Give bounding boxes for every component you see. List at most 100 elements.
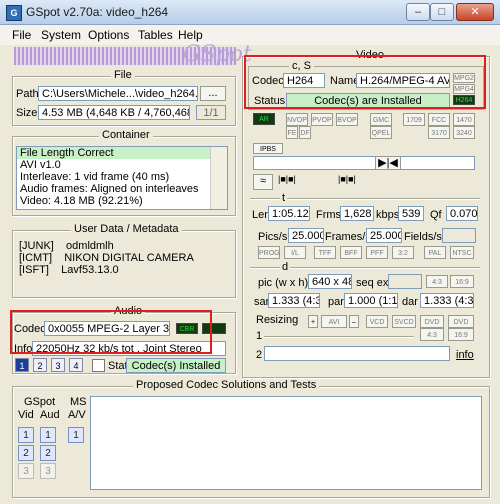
container-line: AVI v1.0 [20, 159, 61, 171]
aud-solution-2[interactable]: 2 [40, 445, 56, 461]
video-status-field: Codec(s) are Installed [286, 93, 450, 108]
gspot-col-label: GSpot [24, 396, 56, 408]
path-field[interactable]: C:\Users\Michele...\video_h264.avi [38, 86, 198, 101]
window-title: GSpot v2.70a: video_h264 [26, 5, 169, 19]
video-cs-title: c, S [289, 60, 314, 72]
resize-plus-button[interactable]: + [308, 315, 318, 328]
ratio-169-bottom: 16:9 [448, 328, 474, 341]
frames-field: 25.000 [366, 228, 402, 243]
audio-stream-1[interactable]: 1 [15, 358, 29, 372]
video-group-title: Video [353, 49, 387, 61]
t-title: t [280, 192, 288, 204]
close-button[interactable]: ✕ [456, 3, 494, 21]
container-line: Audio frames: Aligned on interleaves [20, 183, 199, 195]
tag-mpg4: MPG4 [453, 84, 475, 94]
maximize-button[interactable]: □ [430, 3, 454, 21]
flag-1470: 1470 [453, 113, 475, 126]
mode-pff: PFF [366, 246, 388, 259]
fields-field [442, 228, 476, 243]
frms-field: 1,628 [340, 206, 374, 221]
audio-stat-field: Codec(s) Installed [126, 358, 226, 373]
mode-32: 3:2 [392, 246, 414, 259]
flag-fcc: FCC [428, 113, 450, 126]
userdata-list: [JUNK] odmldmlh [ICMT] NIKON DIGITAL CAM… [16, 240, 228, 292]
audio-flag-indicator [202, 323, 226, 334]
size-label: Size [16, 107, 38, 119]
audio-checkbox[interactable] [92, 359, 105, 372]
menu-file[interactable]: File [12, 28, 31, 42]
menu-tables[interactable]: Tables [138, 28, 173, 42]
video-name-field: H.264/MPEG-4 AVC [356, 73, 450, 88]
flag-3170: 3170 [428, 126, 450, 139]
menu-help[interactable]: Help [178, 28, 203, 42]
audio-info-field: 22050Hz 32 kb/s tot , Joint Stereo [32, 341, 226, 356]
tag-h264: H264 [453, 95, 475, 105]
title-bar: G GSpot v2.70a: video_h264 – □ ✕ [0, 0, 500, 25]
frms-label: Frms [316, 209, 342, 221]
container-group-title: Container [99, 129, 153, 141]
resize-row1-line [264, 336, 414, 338]
par-label: par [328, 296, 344, 308]
mode-tff: TFF [314, 246, 336, 259]
aud-solution-1[interactable]: 1 [40, 427, 56, 443]
audio-stream-4[interactable]: 4 [69, 358, 83, 372]
kbps-label: kbps [376, 209, 400, 221]
resize-avi: AVI [321, 315, 347, 328]
resizing-label: Resizing [256, 314, 299, 326]
audio-group-title: Audio [111, 305, 146, 317]
container-line: Interleave: 1 vid frame (40 ms) [20, 171, 170, 183]
audio-stream-3[interactable]: 3 [51, 358, 65, 372]
resize-row2-field [264, 346, 450, 361]
tag-mpg2: MPG2 [453, 73, 475, 83]
userdata-group-title: User Data / Metadata [71, 223, 182, 235]
pic-field: 640 x 480 [308, 274, 352, 289]
info-link[interactable]: info [456, 349, 474, 361]
vid-solution-1[interactable]: 1 [18, 427, 34, 443]
len-field: 1:05.120 [268, 206, 310, 221]
vid-solution-2[interactable]: 2 [18, 445, 34, 461]
container-line: File Length Correct [17, 147, 227, 159]
frame-type-field [253, 156, 475, 170]
sar-field: 1.333 (4:3) [268, 293, 320, 308]
audio-stream-2[interactable]: 2 [33, 358, 47, 372]
flag-pvop: PVOP [311, 113, 333, 126]
container-scrollbar[interactable] [210, 147, 227, 209]
flag-ar: AR [253, 113, 275, 125]
dar-field: 1.333 (4:3) [420, 293, 474, 308]
flag-gmc: GMC [370, 113, 392, 126]
resize-svcd: SVCD [392, 315, 416, 328]
qf-label: Qf [430, 209, 442, 221]
flag-fe: FE [286, 126, 298, 139]
minimize-button[interactable]: – [406, 3, 430, 21]
audio-codec-label: Codec [14, 323, 46, 335]
vid-solution-3[interactable]: 3 [18, 463, 34, 479]
menu-options[interactable]: Options [88, 28, 129, 42]
ratio-43-bottom: 4:3 [420, 328, 444, 341]
audio-stat-label: Stat [108, 360, 128, 372]
audio-codec-field: 0x0055 MPEG-2 Layer 3 [44, 321, 170, 336]
menu-system[interactable]: System [41, 28, 81, 42]
size-field: 4.53 MB (4,648 KB / 4,760,468 byte [38, 105, 190, 120]
resize-row2-label: 2 [256, 349, 263, 361]
frame-type-strip: IPBS [253, 143, 283, 154]
file-group-title: File [111, 69, 135, 81]
container-list[interactable]: File Length Correct AVI v1.0 Interleave:… [16, 146, 228, 210]
video-status-label: Status [254, 95, 286, 107]
play-control-icon[interactable]: ▶|◀ [375, 156, 401, 170]
dar-label: dar [402, 296, 418, 308]
resize-minus-button[interactable]: – [349, 315, 359, 328]
flag-df: DF [299, 126, 311, 139]
resize-vcd: VCD [366, 315, 388, 328]
container-line: Video: 4.18 MB (92.21%) [20, 195, 143, 207]
gspot-window: G GSpot v2.70a: video_h264 – □ ✕ File Sy… [0, 0, 500, 504]
aud-solution-3[interactable]: 3 [40, 463, 56, 479]
proposed-solutions-list[interactable] [90, 396, 482, 490]
pics-label: Pics/s [258, 231, 288, 243]
graph-icon[interactable]: ≈ [253, 174, 273, 190]
browse-button[interactable]: ... [200, 86, 226, 101]
frames-label: Frames/s [325, 231, 371, 243]
av-solution-1[interactable]: 1 [68, 427, 84, 443]
video-codec-label: Codec [252, 75, 284, 87]
qf-field: 0.070 [446, 206, 478, 221]
par-field: 1.000 (1:1) [344, 293, 398, 308]
